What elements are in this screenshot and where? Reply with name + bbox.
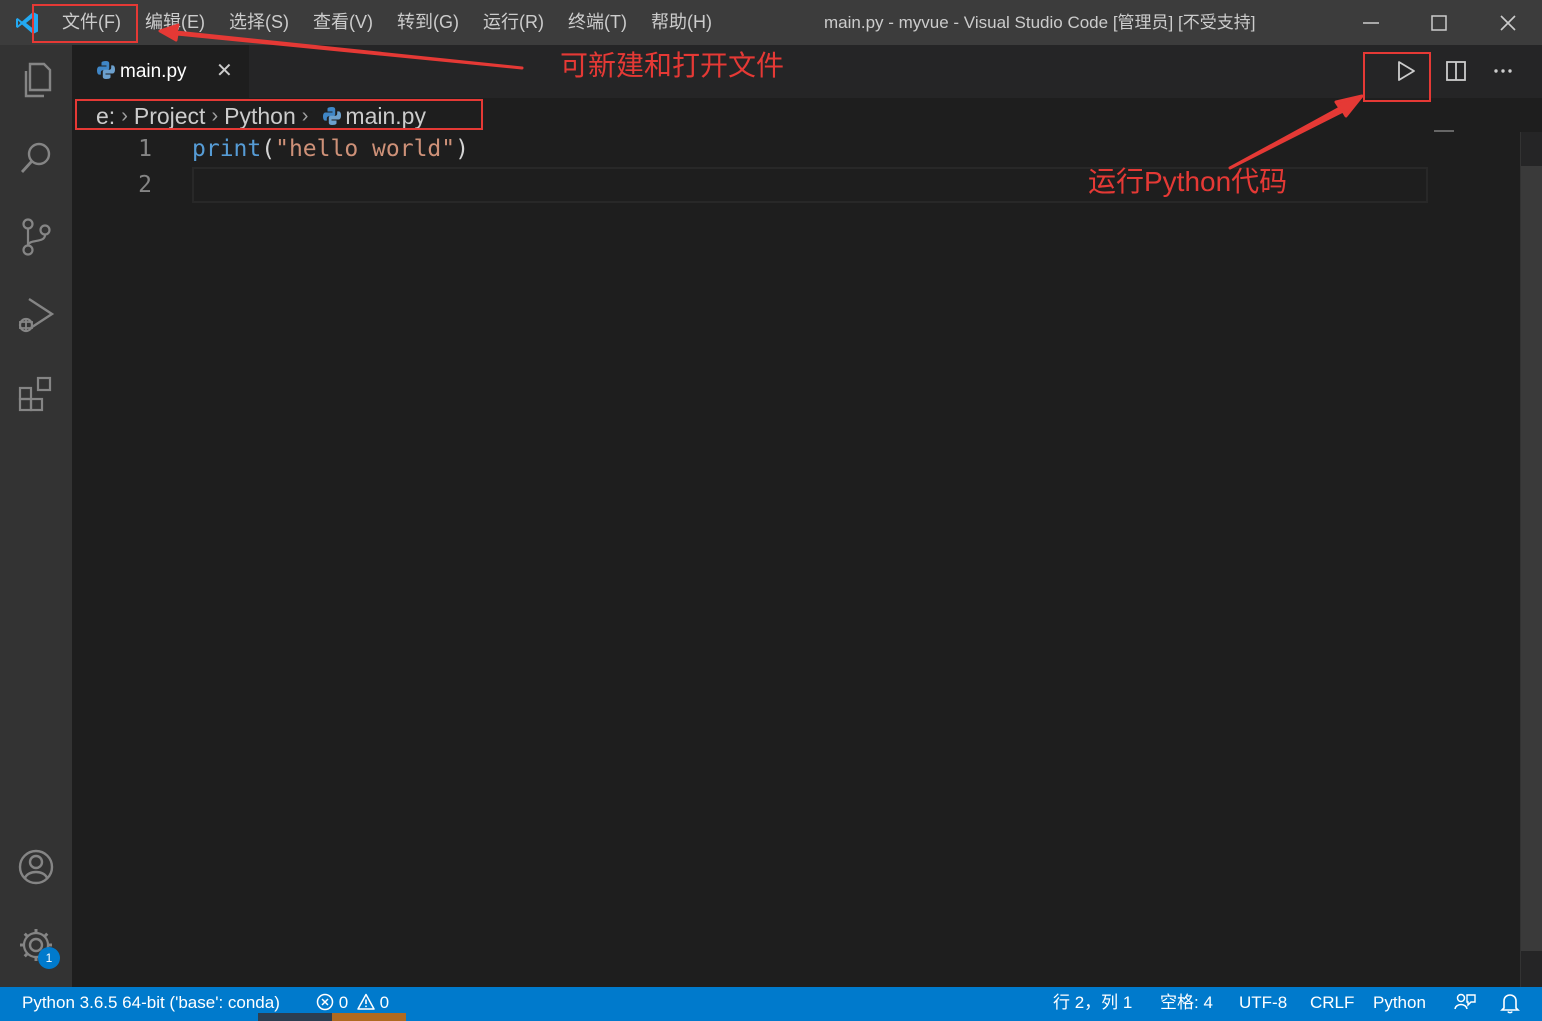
taskbar-fragment [258, 1013, 332, 1021]
warning-count: 0 [379, 993, 390, 1012]
code-editor[interactable]: 1 2 print("hello world") [72, 132, 1520, 987]
minimize-icon [1363, 21, 1379, 24]
notifications-button[interactable] [1500, 992, 1520, 1021]
menu-view[interactable]: 查看(V) [301, 0, 385, 45]
menu-edit[interactable]: 编辑(E) [133, 0, 217, 45]
encoding-selector[interactable]: UTF-8 [1239, 987, 1287, 1019]
editor-tab-bar: main.py ✕ [72, 45, 1542, 98]
menu-go[interactable]: 转到(G) [385, 0, 471, 45]
feedback-icon [1454, 993, 1476, 1010]
error-count: 0 [338, 993, 349, 1012]
title-bar: 文件(F) 编辑(E) 选择(S) 查看(V) 转到(G) 运行(R) 终端(T… [0, 0, 1542, 45]
tab-main-py[interactable]: main.py ✕ [72, 45, 249, 98]
line-number: 2 [138, 172, 152, 198]
tab-label: main.py [120, 61, 187, 82]
python-interpreter-selector[interactable]: Python 3.6.5 64-bit ('base': conda) [22, 987, 280, 1019]
search-button[interactable] [14, 136, 58, 180]
python-icon [97, 61, 115, 79]
more-actions-button[interactable] [1483, 51, 1523, 91]
maximize-button[interactable] [1405, 0, 1473, 45]
extensions-icon [18, 376, 52, 412]
settings-update-badge: 1 [38, 947, 60, 969]
bell-icon [1500, 994, 1520, 1014]
menu-bar: 文件(F) 编辑(E) 选择(S) 查看(V) 转到(G) 运行(R) 终端(T… [50, 0, 724, 45]
menu-terminal[interactable]: 终端(T) [556, 0, 639, 45]
line-number: 1 [138, 136, 152, 162]
source-control-icon [22, 218, 51, 256]
status-bar: Python 3.6.5 64-bit ('base': conda) 0 0 … [0, 987, 1542, 1021]
run-debug-button[interactable] [14, 293, 58, 337]
account-button[interactable] [14, 845, 58, 889]
explorer-icon [24, 62, 52, 98]
annotation-box-breadcrumb [75, 99, 483, 130]
error-icon [316, 993, 334, 1011]
annotation-box-run-button [1363, 52, 1431, 102]
eol-selector[interactable]: CRLF [1310, 987, 1354, 1019]
activity-bar: 1 [0, 45, 72, 987]
code-token: print [192, 136, 262, 162]
explorer-button[interactable] [14, 58, 58, 102]
run-debug-icon [18, 297, 55, 333]
annotation-file-menu-note: 可新建和打开文件 [560, 50, 785, 81]
indentation-selector[interactable]: 空格: 4 [1160, 987, 1213, 1019]
minimap[interactable] [1434, 130, 1454, 132]
more-actions-icon [1494, 69, 1512, 73]
source-control-button[interactable] [14, 215, 58, 259]
maximize-icon [1431, 14, 1447, 31]
search-icon [20, 142, 51, 173]
split-editor-icon [1446, 61, 1466, 81]
code-token: ) [455, 136, 469, 162]
code-token: ( [261, 136, 276, 162]
cursor-position[interactable]: 行 2，列 1 [1053, 987, 1132, 1019]
scrollbar-thumb[interactable] [1521, 166, 1542, 951]
menu-help[interactable]: 帮助(H) [639, 0, 724, 45]
window-title: main.py - myvue - Visual Studio Code [管理… [824, 13, 1256, 32]
language-mode-selector[interactable]: Python [1373, 987, 1426, 1019]
close-window-button[interactable] [1474, 0, 1542, 45]
split-editor-button[interactable] [1436, 51, 1476, 91]
annotation-run-note: 运行Python代码 [1088, 166, 1288, 197]
feedback-button[interactable] [1454, 992, 1476, 1021]
warning-icon [357, 993, 375, 1010]
close-icon [1500, 14, 1516, 31]
taskbar-fragment [332, 1013, 406, 1021]
menu-run[interactable]: 运行(R) [471, 0, 556, 45]
tab-close-icon[interactable]: ✕ [216, 58, 233, 82]
code-token: "hello world" [275, 136, 456, 162]
minimize-button[interactable] [1337, 0, 1405, 45]
code-line[interactable]: print("hello world") [192, 136, 469, 162]
extensions-button[interactable] [14, 372, 58, 416]
annotation-box-file-menu [32, 4, 138, 43]
account-icon [18, 849, 54, 885]
menu-selection[interactable]: 选择(S) [217, 0, 301, 45]
